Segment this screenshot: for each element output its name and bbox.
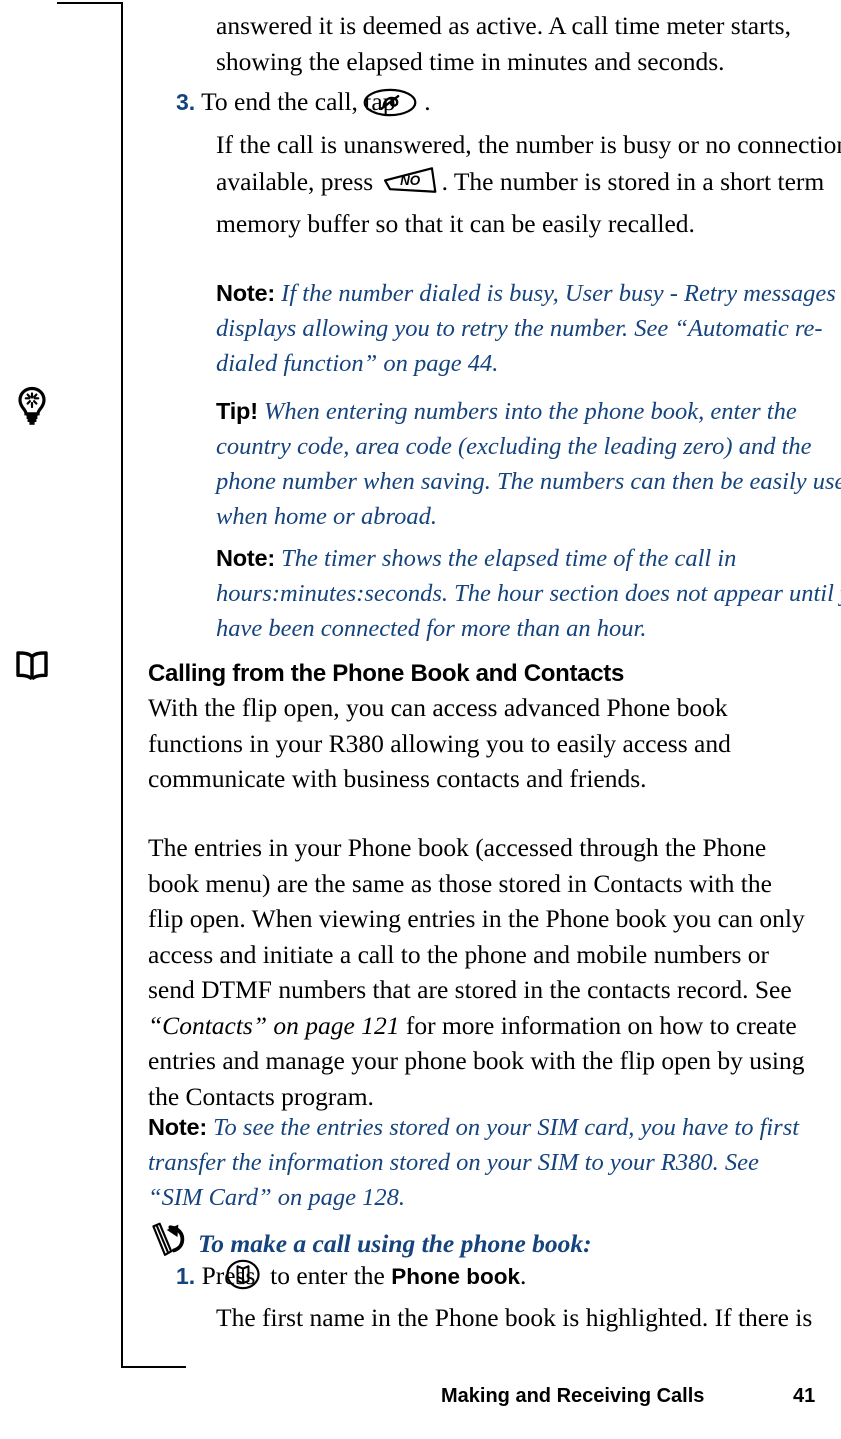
step-1-body: The first name in the Phone book is high… xyxy=(216,1303,813,1332)
section-heading: Calling from the Phone Book and Contacts xyxy=(148,660,625,687)
margin-rule-bottom xyxy=(121,1366,186,1368)
paragraph-2: The entries in your Phone book (accessed… xyxy=(148,830,808,1114)
step-number: 1. xyxy=(176,1263,196,1289)
margin-rule-vertical xyxy=(121,2,123,1368)
bold-term-phone-book: Phone book xyxy=(391,1264,520,1289)
list-item-step-1: 1. Press to enter the Phone book. xyxy=(148,1258,841,1301)
end-call-key-icon xyxy=(363,88,418,127)
list-item-step-3: 3. To end the call, tap . xyxy=(148,84,841,127)
note-block-2: Note: The timer shows the elapsed time o… xyxy=(148,541,841,646)
note-block-3: Note: To see the entries stored on your … xyxy=(148,1110,808,1215)
tip-label: Tip! xyxy=(216,398,258,424)
continued-paragraph: answered it is deemed as active. A call … xyxy=(216,11,791,76)
cross-reference-link[interactable]: “Contacts” on page 121 xyxy=(148,1011,399,1040)
note-label: Note: xyxy=(216,280,276,306)
open-book-icon xyxy=(10,644,54,688)
footer-chapter-title: Making and Receiving Calls xyxy=(441,1385,705,1407)
margin-rule-top xyxy=(57,2,123,4)
manual-page: answered it is deemed as active. A call … xyxy=(0,0,841,1439)
step-text-after-icon: . xyxy=(424,87,431,116)
tip-block: Tip! When entering numbers into the phon… xyxy=(148,394,841,534)
step-1-text-after-icon: to enter the xyxy=(270,1261,385,1290)
footer-page-number: 41 xyxy=(793,1385,816,1407)
step-1-trailing: . xyxy=(519,1261,527,1290)
step-number: 3. xyxy=(176,89,196,115)
lightbulb-icon xyxy=(10,383,54,427)
note-block-1: Note: If the number dialed is busy, User… xyxy=(148,276,841,381)
note-label: Note: xyxy=(148,1114,208,1140)
note-label: Note: xyxy=(216,545,276,571)
note-text: The timer shows the elapsed time of the … xyxy=(216,545,841,642)
note-text: To see the entries stored on your SIM ca… xyxy=(148,1114,800,1211)
page-footer: Making and Receiving Calls 41 xyxy=(0,1385,841,1419)
note-text: If the number dialed is busy, User busy … xyxy=(216,280,836,377)
step-3-body: If the call is unanswered, the number is… xyxy=(148,127,841,242)
paragraph-1: With the flip open, you can access advan… xyxy=(148,693,731,793)
no-key-icon: NO xyxy=(380,163,442,207)
procedure-heading-text: To make a call using the phone book: xyxy=(198,1229,592,1258)
tip-text: When entering numbers into the phone boo… xyxy=(216,398,841,530)
phone-book-key-icon xyxy=(226,1258,264,1301)
svg-text:NO: NO xyxy=(400,173,421,188)
paragraph-2-part1: The entries in your Phone book (accessed… xyxy=(148,833,805,1004)
